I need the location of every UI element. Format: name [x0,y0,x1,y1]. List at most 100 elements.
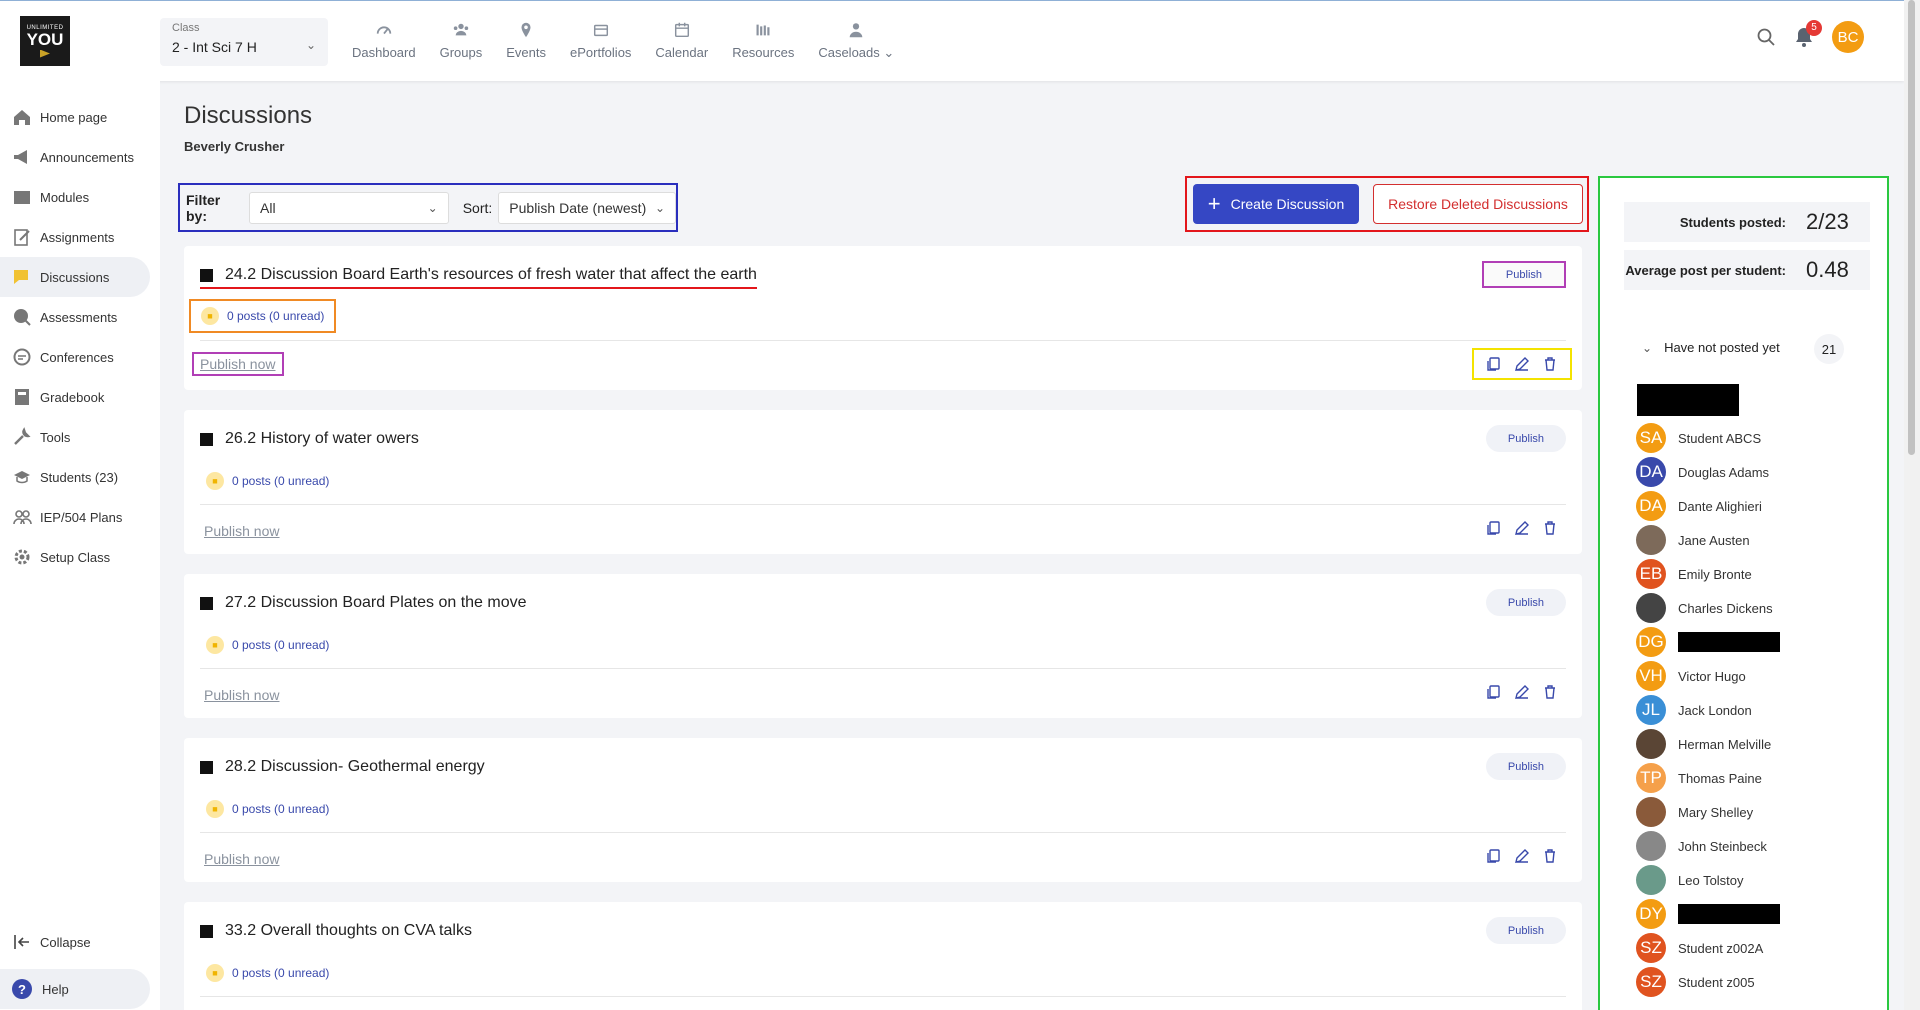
sidebar-item-home[interactable]: Home page [0,97,150,137]
publish-now-link[interactable]: Publish now [200,686,284,704]
nav-eportfolios[interactable]: ePortfolios [570,21,631,61]
collapse-button[interactable]: Collapse [12,932,91,952]
sidebar-item-tools[interactable]: Tools [0,417,150,457]
nav-events[interactable]: Events [506,21,546,61]
posts-link[interactable]: ■ 0 posts (0 unread) [200,632,335,658]
student-list-item[interactable]: Mary Shelley [1636,795,1780,829]
sidebar-item-label: Home page [40,109,108,125]
filter-label: Filter by: [186,191,221,224]
copy-icon[interactable] [1486,684,1502,700]
publish-badge[interactable]: Publish [1485,589,1566,616]
create-discussion-button[interactable]: + Create Discussion [1193,184,1359,224]
publish-badge[interactable]: Publish [1485,425,1566,452]
sidebar-item-setup-class[interactable]: Setup Class [0,537,150,577]
restore-deleted-button[interactable]: Restore Deleted Discussions [1373,184,1583,224]
not-posted-toggle[interactable]: ⌄ Have not posted yet [1642,340,1780,355]
discussion-title-link[interactable]: 26.2 History of water owers [200,430,419,448]
student-avatar: DY [1636,899,1666,929]
scrollbar-thumb[interactable] [1908,0,1915,455]
student-name: Thomas Paine [1678,770,1762,786]
divider [200,504,1566,505]
student-list-item[interactable]: DG [1636,625,1780,659]
nav-dashboard[interactable]: Dashboard [352,21,416,61]
publish-badge[interactable]: Publish [1485,753,1566,780]
student-list-item[interactable]: SZ Student z002A [1636,931,1780,965]
discussion-title-link[interactable]: 28.2 Discussion- Geothermal energy [200,758,485,776]
posts-count: 0 posts (0 unread) [227,309,325,323]
publish-now-link[interactable]: Publish now [200,850,284,868]
student-list-item[interactable]: Herman Melville [1636,727,1780,761]
page-scrollbar[interactable] [1904,0,1920,1010]
student-list-item[interactable]: DA Dante Alighieri [1636,489,1780,523]
nav-calendar[interactable]: Calendar [655,21,708,61]
student-list-item[interactable]: Charles Dickens [1636,591,1780,625]
chat-bubble-icon: ■ [206,964,224,982]
student-list-item[interactable]: EB Emily Bronte [1636,557,1780,591]
trash-icon[interactable] [1542,520,1558,536]
sort-label: Sort: [462,199,493,216]
notifications-button[interactable]: 5 [1794,20,1822,48]
edit-icon[interactable] [1514,520,1530,536]
discussion-title-link[interactable]: 27.2 Discussion Board Plates on the move [200,594,527,612]
user-avatar[interactable]: BC [1832,21,1864,53]
nav-caseloads[interactable]: Caseloads ⌄ [818,21,894,61]
trash-icon[interactable] [1542,356,1558,372]
chat-bubble-icon: ■ [206,472,224,490]
chevron-down-icon: ⌄ [654,200,665,215]
student-list-item[interactable]: John Steinbeck [1636,829,1780,863]
discussion-title-link[interactable]: 24.2 Discussion Board Earth's resources … [200,266,757,289]
copy-icon[interactable] [1486,848,1502,864]
posts-link[interactable]: ■ 0 posts (0 unread) [200,960,335,986]
sidebar-item-assignments[interactable]: Assignments [0,217,150,257]
posts-link[interactable]: ■ 0 posts (0 unread) [189,299,337,333]
top-right-tools: 5 BC [1756,20,1864,53]
student-list-item[interactable]: JL Jack London [1636,693,1780,727]
filter-dropdown[interactable]: All ⌄ [249,191,449,224]
publish-badge[interactable]: Publish [1485,917,1566,944]
search-icon[interactable] [1756,27,1776,47]
discussion-title-link[interactable]: 33.2 Overall thoughts on CVA talks [200,922,472,940]
help-button[interactable]: ? Help [0,969,150,1009]
student-list-item[interactable]: Leo Tolstoy [1636,863,1780,897]
class-select[interactable]: Class 2 - Int Sci 7 H ⌄ [160,18,328,66]
student-name: Dante Alighieri [1678,498,1762,514]
publish-now-link[interactable]: Publish now [200,522,284,540]
student-list-item[interactable]: SZ Student z005 [1636,965,1780,999]
card-actions [1476,846,1568,866]
student-list-item[interactable]: SA Student ABCS [1636,421,1780,455]
sidebar-item-assessments[interactable]: Assessments [0,297,150,337]
student-list-item[interactable]: DA Douglas Adams [1636,455,1780,489]
publish-now-link[interactable]: Publish now [192,352,284,376]
sidebar-item-conferences[interactable]: Conferences [0,337,150,377]
app-logo[interactable]: UNLIMITED YOU [20,16,70,66]
sidebar: Home page Announcements Modules Assignme… [0,81,160,1010]
nav-label: Caseloads ⌄ [818,45,895,60]
sidebar-item-gradebook[interactable]: Gradebook [0,377,150,417]
publish-badge[interactable]: Publish [1481,261,1566,288]
sort-dropdown[interactable]: Publish Date (newest) ⌄ [498,191,676,224]
sidebar-item-modules[interactable]: Modules [0,177,150,217]
copy-icon[interactable] [1486,356,1502,372]
student-avatar: VH [1636,661,1666,691]
posts-link[interactable]: ■ 0 posts (0 unread) [200,468,335,494]
student-name: Mary Shelley [1678,804,1754,820]
posts-link[interactable]: ■ 0 posts (0 unread) [200,796,335,822]
nav-resources[interactable]: Resources [732,21,794,61]
nav-groups[interactable]: Groups [440,21,482,61]
sidebar-item-students[interactable]: Students (23) [0,457,150,497]
copy-icon[interactable] [1486,520,1502,536]
student-list-item[interactable]: TP Thomas Paine [1636,761,1780,795]
sidebar-item-discussions[interactable]: Discussions [0,257,150,297]
student-list-item[interactable]: Jane Austen [1636,523,1780,557]
student-list-item[interactable]: DY [1636,897,1780,931]
sidebar-item-iep-plans[interactable]: IEP/504 Plans [0,497,150,537]
edit-icon[interactable] [1514,848,1530,864]
edit-icon[interactable] [1514,356,1530,372]
trash-icon[interactable] [1542,684,1558,700]
trash-icon[interactable] [1542,848,1558,864]
student-list-item[interactable]: VH Victor Hugo [1636,659,1780,693]
posts-count: 0 posts (0 unread) [232,966,330,980]
participation-panel: Students posted: 2/23 Average post per s… [1598,176,1889,1010]
edit-icon[interactable] [1514,684,1530,700]
sidebar-item-announcements[interactable]: Announcements [0,137,150,177]
